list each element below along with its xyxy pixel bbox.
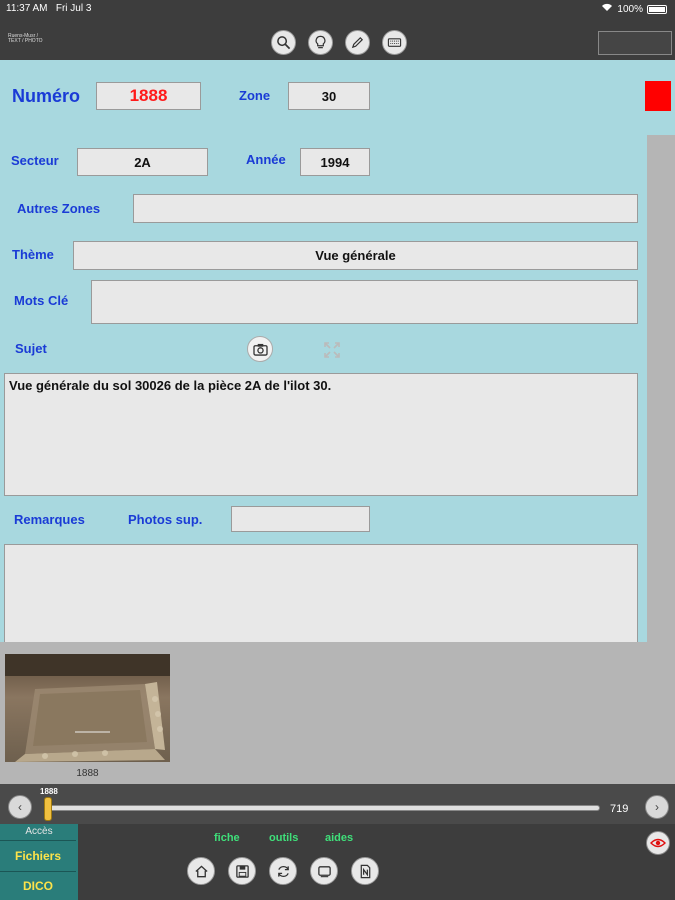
autres-zones-field[interactable]: [133, 194, 638, 223]
tab-aides[interactable]: aides: [325, 832, 353, 844]
slider-handle[interactable]: [44, 797, 52, 821]
slider-max-label: 719: [610, 803, 629, 815]
photo-thumbnail[interactable]: [5, 654, 170, 762]
bottom-bar: Accès Fichiers DICO fiche outils aides: [0, 824, 675, 900]
mots-cle-label: Mots Clé: [14, 293, 69, 308]
annee-field[interactable]: 1994: [300, 148, 370, 176]
expand-icon: [324, 342, 340, 358]
camera-icon: [252, 343, 268, 356]
sujet-label: Sujet: [15, 341, 47, 356]
remarques-label: Remarques: [14, 512, 85, 527]
mots-cle-field[interactable]: [91, 280, 638, 324]
slider-current-label: 1888: [40, 787, 58, 796]
new-document-icon: [360, 864, 370, 878]
keyboard-button[interactable]: [382, 30, 407, 55]
top-search-field[interactable]: [598, 31, 672, 55]
sujet-textarea[interactable]: Vue générale du sol 30026 de la pièce 2A…: [4, 373, 638, 496]
photos-sup-field[interactable]: [231, 506, 370, 532]
tool-icons: [271, 30, 407, 55]
new-record-button[interactable]: [351, 857, 379, 885]
secteur-field[interactable]: 2A: [77, 148, 208, 176]
zone-label: Zone: [239, 88, 271, 103]
status-date: Fri Jul 3: [55, 3, 92, 14]
bottom-action-icons: [187, 857, 379, 885]
battery-icon: [647, 4, 667, 14]
edit-button[interactable]: [345, 30, 370, 55]
autres-zones-label: Autres Zones: [17, 201, 101, 216]
pencil-icon: [351, 36, 364, 49]
secteur-label: Secteur: [11, 153, 59, 168]
annee-label: Année: [246, 152, 286, 167]
home-button[interactable]: [187, 857, 215, 885]
camera-button[interactable]: [247, 336, 273, 362]
numero-field[interactable]: 1888: [96, 82, 201, 110]
theme-field[interactable]: Vue générale: [73, 241, 638, 270]
app-path: Ruens-Musr / TEXT / PHOTO: [8, 34, 43, 44]
expand-button[interactable]: [321, 339, 343, 361]
refresh-button[interactable]: [269, 857, 297, 885]
floppy-disk-icon: [235, 864, 249, 878]
top-toolbar: Ruens-Musr / TEXT / PHOTO: [0, 18, 675, 60]
status-right: 100%: [601, 3, 667, 15]
app-path-line2: TEXT / PHOTO: [8, 38, 43, 44]
record-slider-bar: ‹ 1888 719 ›: [0, 784, 675, 824]
eye-icon: [650, 838, 666, 848]
scrollbar-thumb[interactable]: [647, 135, 675, 642]
access-menu-title: Accès: [25, 826, 53, 837]
status-time: 11:37 AM: [6, 3, 48, 14]
thumbnail-strip: 1888: [0, 642, 675, 784]
status-time-date: 11:37 AM Fri Jul 3: [6, 3, 91, 14]
menu-item-dico[interactable]: DICO: [0, 871, 76, 900]
zone-field[interactable]: 30: [288, 82, 370, 110]
excavation-photo: [5, 654, 170, 762]
lightbulb-button[interactable]: [308, 30, 333, 55]
wifi-icon: [601, 3, 613, 15]
status-flag[interactable]: [645, 81, 671, 111]
search-icon: [277, 36, 291, 50]
lightbulb-icon: [315, 35, 326, 49]
refresh-icon: [277, 865, 289, 877]
screen-icon: [317, 865, 331, 877]
thumbnail-caption: 1888: [76, 768, 99, 779]
chevron-right-icon: ›: [655, 800, 659, 814]
screen-button[interactable]: [310, 857, 338, 885]
previous-button[interactable]: ‹: [8, 795, 32, 819]
access-menu: Accès Fichiers DICO: [0, 824, 78, 900]
keyboard-icon: [387, 38, 402, 47]
remarques-textarea[interactable]: [4, 544, 638, 644]
chevron-left-icon: ‹: [18, 800, 22, 814]
save-button[interactable]: [228, 857, 256, 885]
search-button[interactable]: [271, 30, 296, 55]
slider-track[interactable]: [46, 805, 600, 811]
tab-outils[interactable]: outils: [269, 832, 298, 844]
status-bar: 11:37 AM Fri Jul 3 100%: [0, 0, 675, 18]
menu-item-fichiers[interactable]: Fichiers: [0, 840, 76, 870]
photos-sup-label: Photos sup.: [128, 512, 203, 527]
theme-label: Thème: [12, 247, 54, 262]
home-icon: [194, 864, 208, 877]
numero-label: Numéro: [12, 86, 81, 106]
battery-percent: 100%: [617, 3, 643, 15]
tab-fiche[interactable]: fiche: [214, 832, 240, 844]
preview-button[interactable]: [646, 831, 670, 855]
next-button[interactable]: ›: [645, 795, 669, 819]
